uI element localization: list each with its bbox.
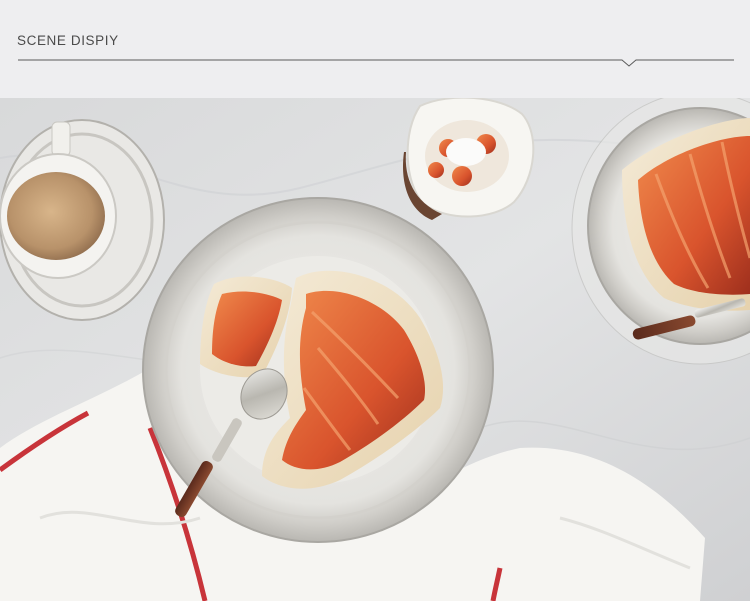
- coffee-cup-icon: [0, 119, 165, 321]
- section-title: SCENE DISPIY: [17, 33, 119, 48]
- scene-photo: [0, 98, 750, 601]
- apricot-bowl-icon: [403, 98, 535, 220]
- section-header: SCENE DISPIY: [0, 0, 750, 98]
- divider-line: [18, 59, 734, 67]
- product-scene-page: SCENE DISPIY: [0, 0, 750, 601]
- scene-illustration: [0, 98, 750, 601]
